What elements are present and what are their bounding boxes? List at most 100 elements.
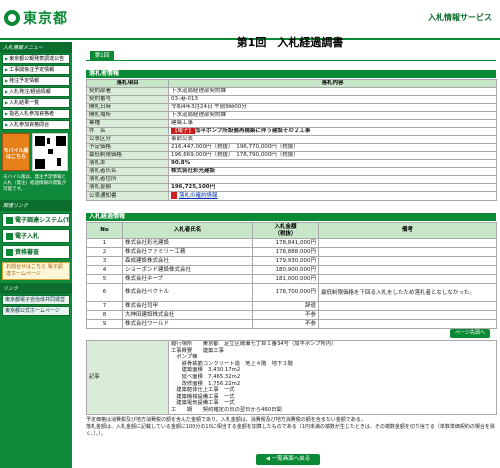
sidebar-item-0[interactable]: 東京都公報発表調達公告 [2,54,70,64]
remarks-text: 履行場所 東京都 足立区綾瀬七丁目１番34号（加平ポンプ所内） 工事概要 建築工… [168,340,497,415]
row-value: 216,447,000円（税抜） 196,770,000円（税抜） [168,143,497,152]
col-header-no: No [86,222,123,239]
logo-text: 東京都 [23,11,68,27]
mobile-banner[interactable]: モバイル版はこちら [2,133,70,171]
bidder-name: 森成建設株式会社 [122,256,253,266]
contact-box[interactable]: お問合せはこちら 電子調達ホームページ [2,262,70,280]
col-header-note: 備考 [318,222,497,239]
row-label: 落札金額 [86,183,169,192]
sidebar-heading-3: リンク [0,283,72,294]
sidebar-item-3[interactable]: 入札発注/経過情報 [2,87,70,97]
related-buttons: 電子調達システム(TOP) 電子入札資格審査 [0,213,72,259]
bid-amount: 不参 [252,319,319,329]
button-icon [6,217,13,224]
table-row: 契約部署 下水道局経理部契約課 [86,87,497,96]
page-top-button[interactable]: ページ先頭へ [450,329,490,338]
row-value: 03-港-013 [168,95,497,104]
button-icon [6,249,13,256]
table-row: 最低制限価格 196,669,000円（税抜） 178,790,000円（税抜） [86,151,497,160]
sidebar-heading-2: 関連リンク [0,200,72,211]
table-row: 2 株式会社ファミリー工務 178,888,000円 [86,247,497,257]
sidebar-menu: 東京都公報発表調達公告工事関係注予定情報発注予定情報入札発注/経過情報入札結果一… [0,54,72,130]
sidebar-item-2[interactable]: 発注予定情報 [2,76,70,86]
row-label: 開札場所 [86,111,169,120]
table-row: 契約番号 03-港-013 [86,95,497,104]
bid-no: 5 [86,274,123,284]
col-header-item: 落札項目 [86,79,169,88]
bid-amount: 180,900,000円 [252,265,319,275]
mobile-label[interactable]: モバイル版はこちら [2,133,30,171]
remarks-table: 記事 履行場所 東京都 足立区綾瀬七丁目１番34号（加平ポンプ所内） 工事概要 … [86,340,497,415]
bid-no: 6 [86,283,123,302]
table-row: 業種 建築工事 [86,119,497,128]
bidder-name: 株式会社ファミリー工務 [122,247,253,257]
table-row: 落札率 90.8% [86,159,497,168]
table-row: 5 株式会社ネーブ 181,000,000円 [86,274,497,284]
related-button-0[interactable]: 電子調達システム(TOP) [2,213,70,227]
button-label: 資格審査 [15,249,40,256]
bid-note [318,256,497,266]
row-value: 196,725,100円 [168,183,497,192]
related-button-2[interactable]: 資格審査 [2,245,70,259]
tokyo-logo[interactable]: 東京都 [4,8,68,28]
back-to-list-button[interactable]: ◀ 一覧画面へ戻る [256,454,320,465]
bid-note: 最低制限価格を下回る入札をしたため落札者となしなかった。 [318,283,497,302]
page-title: 第1回 入札経過調書 [236,36,344,49]
bidder-name: 大神田建設株式会社 [122,310,253,320]
bid-amount: 辞退 [252,301,319,311]
remarks-label: 記事 [86,340,169,415]
qr-code-icon [32,133,68,171]
table-row: 4 ショーボンド建設株式会社 180,900,000円 [86,265,497,275]
link-list: 東京都電子自治体共同運営 東京都公式ホームページ [0,295,72,316]
value-text: 下水道局経理部契約課 [171,112,227,119]
button-label: 電子入札 [15,233,40,240]
sidebar-item-4[interactable]: 入札結果一覧 [2,98,70,108]
sidebar-item-1[interactable]: 工事関係注予定情報 [2,65,70,75]
bid-amount: 178,700,000円 [252,283,319,302]
button-icon [6,233,13,240]
value-text: 196,669,000円（税抜） 178,790,000円（税抜） [171,152,299,159]
section-bid-history-title: 入札経過情報 [86,213,496,221]
bidder-name: 株式会社彩光建設 [122,238,253,248]
bid-note [318,301,497,311]
row-value: 建築工事 [168,119,497,128]
bidder-name: ショーボンド建設株式会社 [122,265,253,275]
tab-round-1[interactable]: 第1回 [90,51,114,61]
bid-amount: 178,888,000円 [252,247,319,257]
bid-no: 7 [86,301,123,311]
pdf-icon [171,192,177,199]
row-value: 落札の確約情報 [168,191,497,201]
table-row: 予定価格 216,447,000円（税抜） 196,770,000円（税抜） [86,143,497,152]
footnote: 予定価格は消費税及び地方消費税の額を含んだ金額であり、入札金額は、消費税及び地方… [86,417,495,437]
section-winner-title: 落札者情報 [86,70,496,78]
bid-note [318,310,497,320]
row-label: 落札率 [86,159,169,168]
col-header-amount: 入札金額 （税抜） [252,222,319,239]
bid-amount: 不参 [252,310,319,320]
row-label: 業種 [86,119,169,128]
button-label: 電子調達システム(TOP) [15,217,70,224]
table-row: 7 株式会社司甲 辞退 [86,301,497,311]
link-item-1[interactable]: 東京都公式ホームページ [2,306,70,316]
bid-note [318,238,497,248]
bid-note [318,319,497,329]
table-row: 公表区分 事前公表 [86,135,497,144]
row-value: 令和4年3月24日 午前9時00分 [168,103,497,112]
row-label: 公表通知書 [86,191,169,201]
bid-no: 8 [86,310,123,320]
value-text: 事前公表 [171,136,194,143]
sidebar-item-6[interactable]: 入札参加資格問合 [2,120,70,130]
sidebar-heading: 入札情報メニュー [0,42,72,53]
value-text: 建築工事 [171,120,194,127]
row-label: 開札日時 [86,103,169,112]
winner-table: 落札項目 落札内容 契約部署 下水道局経理部契約課 契約番号 03-港-013 開札日時… [86,79,497,201]
table-row: 3 森成建設株式会社 179,930,000円 [86,256,497,266]
sidebar-item-5[interactable]: 指名入札参加資格者 [2,109,70,119]
electronic-badge: 【電子】 [171,128,196,134]
row-label: 最低制限価格 [86,151,169,160]
main-content: 第1回 入札経過調書 第1回 落札者情報 落札項目 落札内容 契約部署 下水道局経… [80,36,500,468]
related-button-1[interactable]: 電子入札 [2,229,70,243]
value-text[interactable]: 落札の確約情報 [179,193,218,199]
link-item-0[interactable]: 東京都電子自治体共同運営 [2,295,70,305]
table-row: 落札者住所 [86,175,497,184]
